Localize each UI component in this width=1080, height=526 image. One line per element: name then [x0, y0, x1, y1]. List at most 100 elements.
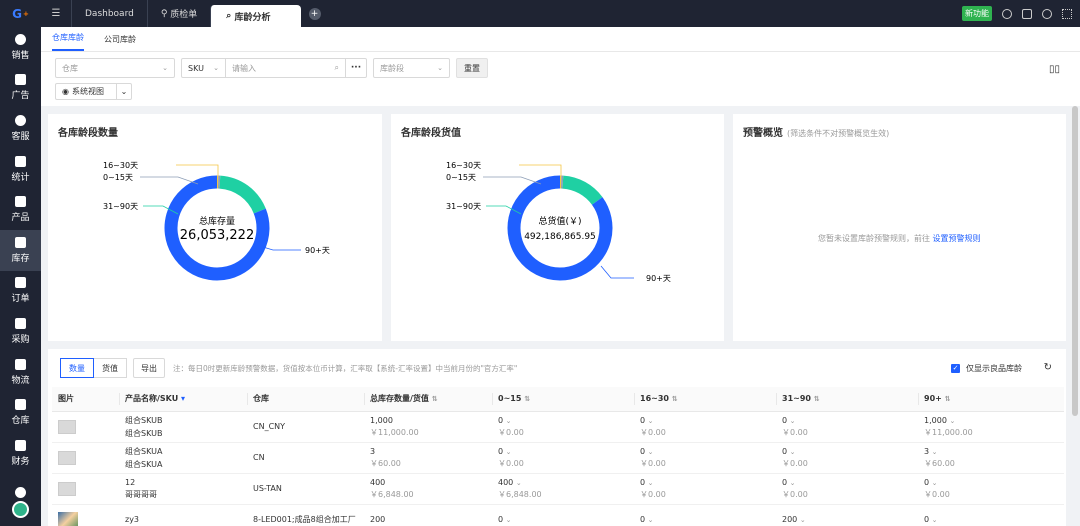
sidebar-item-5[interactable]: 库存 — [0, 229, 41, 271]
tab-dashboard[interactable]: Dashboard — [71, 0, 147, 27]
book-icon[interactable]: ▯▯ — [1049, 64, 1060, 75]
cart-icon — [15, 317, 26, 329]
warehouse-select[interactable]: 仓库 ⌄ — [55, 58, 175, 78]
age-range-select[interactable]: 库龄段 ⌄ — [373, 58, 450, 78]
product-image[interactable] — [58, 419, 76, 434]
cell-subvalue: ￥0.00 — [782, 458, 808, 468]
scrollbar[interactable] — [1072, 106, 1078, 416]
sidebar-item-3[interactable]: 统计 — [0, 149, 41, 190]
cell-value[interactable]: 0 ⌄ — [640, 515, 776, 524]
fullscreen-icon[interactable] — [1062, 8, 1072, 19]
menu-collapse-icon[interactable]: ☰ — [41, 8, 71, 19]
table-row[interactable]: 组合SKUA 组合SKUA CN 3 ￥60.00 0 ⌄ ￥0.00 0 ⌄ ￥0.00 0 ⌄… — [52, 442, 1064, 474]
cell-value[interactable]: 0 ⌄ — [640, 478, 776, 487]
cell-value[interactable]: 0 ⌄ — [782, 416, 918, 425]
cell-value[interactable]: 1,000 ⌄ — [924, 416, 1064, 425]
sidebar-item-2[interactable]: 客服 — [0, 108, 41, 149]
seg-value[interactable]: 货值 — [94, 358, 127, 378]
cell-value[interactable]: 0 ⌄ — [782, 478, 918, 487]
subtab-warehouse-age[interactable]: 仓库库龄 — [52, 32, 84, 51]
sidebar-item-6[interactable]: 订单 — [0, 271, 41, 312]
sidebar-item-7[interactable]: 采购 — [0, 311, 41, 352]
cell-value[interactable]: 0 ⌄ — [782, 447, 918, 456]
bell-icon[interactable] — [1042, 8, 1052, 19]
seg-quantity[interactable]: 数量 — [60, 358, 94, 378]
product-image[interactable] — [58, 450, 76, 465]
chevron-down-icon: ⌄ — [789, 447, 796, 456]
search-icon[interactable]: ⌕ — [335, 63, 339, 73]
chat-icon — [15, 33, 26, 45]
task-icon[interactable] — [1022, 8, 1032, 19]
cell-value[interactable]: 0 ⌄ — [924, 515, 1064, 524]
cell-value[interactable]: 3 ⌄ — [924, 447, 1064, 456]
table-row[interactable]: 组合SKUB 组合SKUB CN_CNY 1,000 ￥11,000.00 0 ⌄ ￥0.0… — [52, 411, 1064, 443]
slice-label: 16~30天 — [446, 161, 481, 170]
chevron-down-icon: ⌄ — [647, 478, 654, 487]
set-warning-rule-link[interactable]: 设置预警规则 — [933, 234, 981, 243]
slice-label: 90+天 — [305, 246, 330, 255]
qty-card: 各库龄段数量 总库存量 26,053,222 16~30天 0~15天 31~90天 90… — [48, 114, 382, 341]
new-feature-badge[interactable]: 新功能 — [962, 6, 992, 21]
product-image[interactable] — [58, 481, 76, 496]
tab-age-analysis[interactable]: ⌕ 库龄分析 — [210, 5, 301, 27]
sidebar-item-label: 仓库 — [11, 416, 30, 427]
table-row[interactable]: 12 哥哥哥哥 US-TAN 400 ￥6,848.00 400 ⌄ ￥6,848.00 0 … — [52, 473, 1064, 505]
chevron-down-icon: ⌄ — [505, 416, 512, 425]
col-total[interactable]: 总库存数量/货值 ⇅ — [364, 387, 492, 412]
chevron-down-icon[interactable]: ⌄ — [117, 87, 131, 96]
headset-icon — [15, 114, 26, 126]
cell-value[interactable]: 400 ⌄ — [498, 478, 634, 487]
sku-type-select[interactable]: SKU ⌄ — [182, 59, 226, 77]
chevron-down-icon: ⌄ — [505, 516, 512, 524]
sidebar-item-label: 广告 — [11, 91, 30, 102]
sort-icon: ⇅ — [431, 395, 438, 404]
sidebar-item-1[interactable]: 广告 — [0, 68, 41, 109]
only-good-checkbox[interactable]: ✓ 仅显示良品库龄 — [951, 363, 1022, 374]
cell-subvalue: ￥0.00 — [498, 427, 524, 437]
search-input[interactable]: 请输入 ⌕ — [226, 59, 346, 77]
refresh-icon[interactable]: ↻ — [1044, 362, 1052, 373]
leader-line — [262, 246, 301, 251]
view-select[interactable]: ◉ 系统视图 ⌄ — [55, 83, 132, 100]
export-button[interactable]: 导出 — [133, 358, 165, 378]
cell-value[interactable]: 0 ⌄ — [924, 478, 1064, 487]
product-image[interactable] — [58, 511, 78, 526]
cell-value[interactable]: 0 ⌄ — [498, 515, 634, 524]
sidebar-item-0[interactable]: 销售 — [0, 27, 41, 68]
avatar[interactable] — [12, 501, 29, 518]
app-logo[interactable]: G + — [0, 0, 41, 27]
col-0-15[interactable]: 0~15 ⇅ — [492, 387, 634, 412]
sidebar-item-label: 客服 — [11, 131, 30, 142]
sidebar-item-9[interactable]: 仓库 — [0, 392, 41, 433]
eye-icon: ◉ — [62, 87, 69, 96]
cell-value[interactable]: 0 ⌄ — [498, 447, 634, 456]
chevron-down-icon: ⌄ — [931, 478, 938, 487]
warning-card: 预警概览 (筛选条件不对预警概览生效) 您暂未设置库龄预警规则，前往 设置预警规则 — [733, 114, 1066, 341]
col-warehouse: 仓库 — [247, 387, 364, 412]
sidebar-item-4[interactable]: 产品 — [0, 189, 41, 230]
col-31-90[interactable]: 31~90 ⇅ — [776, 387, 918, 412]
cell-value[interactable]: 0 ⌄ — [640, 416, 776, 425]
donut-slice[interactable] — [219, 175, 266, 214]
donut-slice[interactable] — [562, 175, 603, 206]
sidebar-item-label: 产品 — [11, 213, 30, 224]
sidebar-item-10[interactable]: 财务 — [0, 433, 41, 474]
reset-button[interactable]: 重置 — [456, 58, 488, 78]
tab-quality[interactable]: ⚲ 质检单 — [146, 0, 210, 27]
col-90-plus[interactable]: 90+ ⇅ — [918, 387, 1064, 412]
chevron-down-icon: ⌄ — [647, 416, 654, 425]
cell-warehouse: US-TAN — [247, 473, 364, 505]
subtab-company-age[interactable]: 公司库龄 — [104, 34, 136, 51]
col-16-30[interactable]: 16~30 ⇅ — [634, 387, 776, 412]
sidebar-item-8[interactable]: 物流 — [0, 352, 41, 393]
cell-value[interactable]: 0 ⌄ — [498, 416, 634, 425]
warehouse-icon — [15, 236, 26, 248]
help-icon[interactable] — [1002, 8, 1012, 19]
more-button[interactable]: ··· — [346, 59, 366, 77]
cell-value[interactable]: 200 ⌄ — [782, 515, 918, 524]
cell-value[interactable]: 0 ⌄ — [640, 447, 776, 456]
table-row[interactable]: zy3 8-LED001;成品8组合加工厂 200 0 ⌄ 0 ⌄ 200 ⌄ 0 ⌄ — [52, 504, 1064, 526]
col-name[interactable]: 产品名称/SKU ▾ — [119, 387, 247, 412]
add-tab-button[interactable]: + — [308, 7, 321, 20]
gear-icon — [15, 486, 26, 498]
